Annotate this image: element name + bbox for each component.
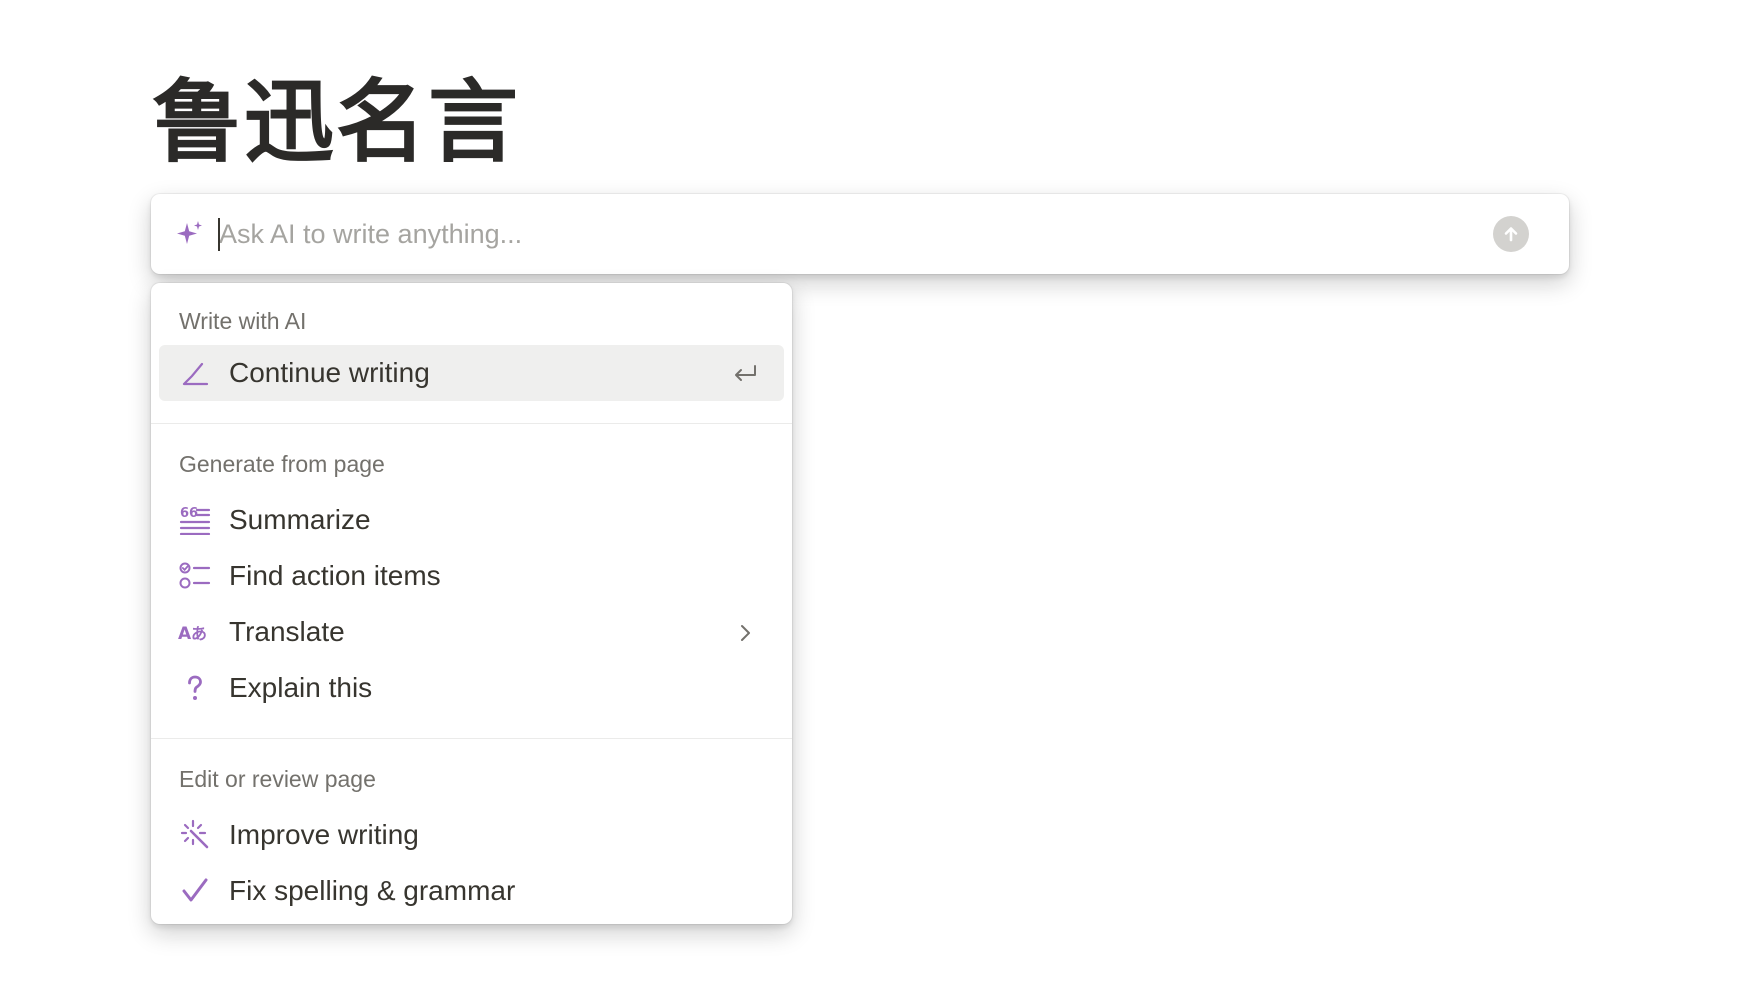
- svg-text:あ: あ: [191, 624, 207, 643]
- pencil-icon: [177, 355, 213, 391]
- menu-item-label: Find action items: [229, 560, 441, 591]
- section-header: Edit or review page: [179, 766, 376, 792]
- section-write-with-ai: Write with AI Continue writing: [151, 301, 792, 401]
- menu-item-improve-writing[interactable]: Improve writing: [159, 807, 784, 863]
- checkmark-icon: [177, 873, 213, 909]
- menu-item-continue-writing[interactable]: Continue writing: [159, 345, 784, 401]
- menu-item-translate[interactable]: A あ Translate: [159, 604, 784, 660]
- menu-item-explain-this[interactable]: Explain this: [159, 660, 784, 716]
- menu-item-label: Improve writing: [229, 819, 419, 850]
- ai-command-menu: Write with AI Continue writing Generate …: [151, 283, 792, 924]
- magic-wand-icon: [177, 817, 213, 853]
- section-header: Write with AI: [179, 308, 307, 334]
- arrow-up-icon: [1504, 227, 1518, 242]
- submit-button[interactable]: [1493, 216, 1529, 252]
- svg-text:66: 66: [180, 506, 198, 521]
- page-title[interactable]: 鲁迅名言: [152, 68, 520, 178]
- svg-text:A: A: [178, 624, 192, 644]
- ai-prompt-bar: [151, 194, 1569, 274]
- menu-item-label: Continue writing: [229, 357, 430, 388]
- enter-icon: [730, 359, 760, 389]
- menu-item-label: Explain this: [229, 672, 373, 703]
- divider: [151, 738, 792, 739]
- checklist-icon: [177, 558, 213, 594]
- section-header: Generate from page: [179, 451, 385, 477]
- divider: [151, 423, 792, 424]
- section-generate-from-page: Generate from page 66 Summarize Find act…: [151, 444, 792, 716]
- page: 鲁迅名言 Write with AI: [0, 0, 1759, 989]
- text-cursor: [218, 218, 220, 251]
- menu-item-summarize[interactable]: 66 Summarize: [159, 492, 784, 548]
- question-icon: [177, 670, 213, 706]
- chevron-right-icon: [730, 618, 760, 648]
- menu-item-label: Translate: [229, 616, 345, 647]
- section-edit-or-review-page: Edit or review page Improve writing Fix …: [151, 759, 792, 919]
- menu-item-label: Summarize: [229, 504, 371, 535]
- menu-item-label: Fix spelling & grammar: [229, 875, 516, 906]
- summary-icon: 66: [177, 502, 213, 538]
- ai-prompt-input[interactable]: [217, 214, 1359, 254]
- translate-icon: A あ: [177, 614, 213, 650]
- menu-item-fix-spelling-grammar[interactable]: Fix spelling & grammar: [159, 863, 784, 919]
- sparkle-icon: [175, 219, 205, 249]
- menu-item-find-action-items[interactable]: Find action items: [159, 548, 784, 604]
